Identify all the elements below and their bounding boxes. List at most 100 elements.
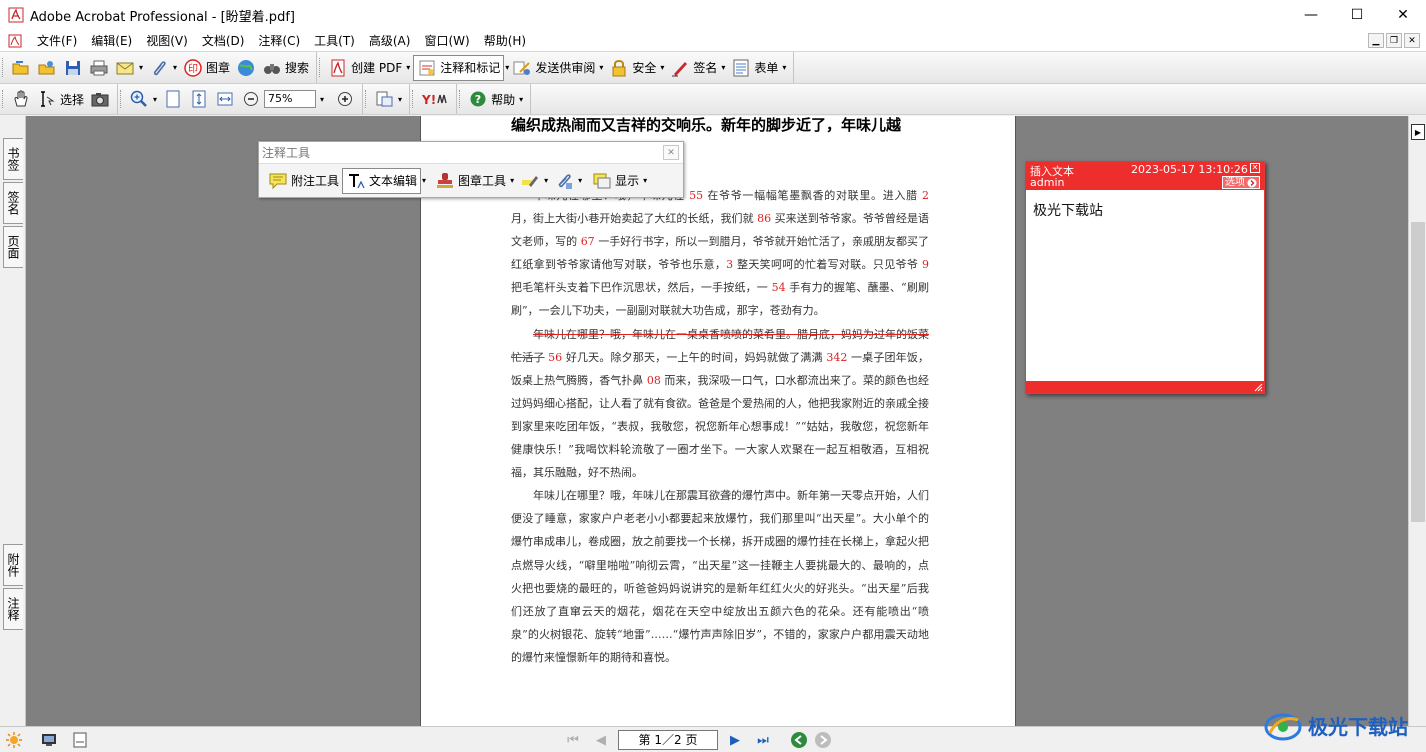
resize-grip-icon[interactable]: [1254, 383, 1263, 392]
highlight-tool-button[interactable]: ▾: [517, 168, 551, 194]
comment-markup-label: 注释和标记: [440, 61, 501, 75]
menu-edit[interactable]: 编辑(E): [84, 30, 139, 52]
comment-options-label: 选项: [1225, 177, 1245, 188]
search-button[interactable]: 搜索: [259, 55, 312, 81]
text-edit-dropdown[interactable]: ▾: [422, 176, 426, 185]
doc-close-button[interactable]: ✕: [1404, 33, 1420, 48]
binoculars-icon: [264, 63, 281, 74]
view-toolbar: 选择 ▾ 75% ▾ ▾ Y! ? 帮助 ▾: [0, 84, 1426, 115]
highlighter-icon: [522, 175, 539, 187]
security-button[interactable]: 安全 ▾: [606, 55, 667, 81]
last-page-button[interactable]: ⏭: [752, 729, 774, 751]
comment-popup[interactable]: 插入文本 admin 2023-05-17 13:10:26 ✕ 选项 极光下载…: [1025, 161, 1265, 394]
previous-view-icon[interactable]: [790, 731, 808, 749]
document-icon[interactable]: [8, 34, 22, 48]
snapshot-button[interactable]: [87, 86, 113, 112]
pdf-page[interactable]: 编织成热闹而又吉祥的交响乐。新年的脚步近了，年味儿越 年味儿在哪里？哦，年味儿在…: [420, 116, 1016, 726]
create-pdf-button[interactable]: 创建 PDF ▾: [325, 55, 413, 81]
first-page-button[interactable]: ⏮: [562, 729, 584, 751]
stamp-label: 图章: [206, 61, 231, 75]
print-button[interactable]: [86, 55, 112, 81]
sign-button[interactable]: 签名 ▾: [667, 55, 728, 81]
create-pdf-label: 创建 PDF: [351, 61, 403, 75]
nav-tab-attachments[interactable]: 附件: [3, 544, 23, 586]
menu-advanced[interactable]: 高级(A): [362, 30, 418, 52]
comment-tools-title[interactable]: 注释工具: [259, 142, 683, 164]
stamp-button[interactable]: 印 图章: [180, 55, 233, 81]
body-text: 把毛笔杆头支着下巴作沉思状，然后，一手按纸，一: [511, 281, 772, 295]
scrollbar-thumb[interactable]: [1411, 222, 1425, 522]
acrobat-window: Adobe Acrobat Professional - [盼望着.pdf] —…: [0, 0, 1426, 752]
zoom-tool-button[interactable]: ▾: [126, 86, 160, 112]
yahoo-toolbar-button[interactable]: Y!: [418, 86, 452, 112]
menu-tools[interactable]: 工具(T): [307, 30, 362, 52]
fit-page-button[interactable]: [186, 86, 212, 112]
text-edit-button[interactable]: 文本编辑: [342, 167, 422, 194]
monitor-icon[interactable]: [41, 732, 57, 748]
help-button[interactable]: ? 帮助 ▾: [465, 86, 526, 112]
menu-view[interactable]: 视图(V): [139, 30, 195, 52]
sticky-note-icon: [269, 173, 287, 189]
send-review-button[interactable]: 发送供审阅 ▾: [509, 55, 606, 81]
page-number-field[interactable]: 第 1／2 页: [618, 730, 718, 750]
nav-tab-pages[interactable]: 页面: [3, 226, 23, 268]
attach-file-tool-button[interactable]: ▾: [551, 168, 585, 194]
minimize-button[interactable]: —: [1288, 0, 1334, 30]
comment-tools-close-button[interactable]: ✕: [663, 145, 679, 160]
doc-restore-button[interactable]: ❐: [1386, 33, 1402, 48]
hand-tool-button[interactable]: [8, 86, 34, 112]
previous-page-button[interactable]: ◀: [590, 729, 612, 751]
comment-popup-header[interactable]: 插入文本 admin 2023-05-17 13:10:26 ✕ 选项: [1026, 162, 1264, 190]
nav-tab-bookmarks[interactable]: 书签: [3, 138, 23, 180]
menu-help[interactable]: 帮助(H): [477, 30, 533, 52]
comment-markup-button[interactable]: 注释和标记: [413, 54, 505, 81]
file-toolbar: ▾ ▾ 印 图章 搜索: [0, 52, 318, 83]
zoom-in-button[interactable]: [332, 86, 358, 112]
maximize-button[interactable]: ☐: [1334, 0, 1380, 30]
sun-icon[interactable]: [5, 731, 23, 749]
menu-comments[interactable]: 注释(C): [251, 30, 307, 52]
scroll-options-arrow[interactable]: ▶: [1411, 124, 1425, 140]
body-text: 而来，我深吸一口气，口水都流出来了。菜的颜色也经过妈妈细心搭配，让人看了就有食欲…: [511, 373, 930, 480]
actual-size-icon: [166, 90, 180, 108]
close-button[interactable]: ✕: [1380, 0, 1426, 30]
comment-close-button[interactable]: ✕: [1250, 163, 1260, 173]
create-pdf-icon: [331, 59, 345, 76]
next-page-button[interactable]: ▶: [724, 729, 746, 751]
forms-label: 表单: [754, 61, 779, 75]
stamp-tool-label: 图章工具: [458, 174, 507, 188]
actual-size-button[interactable]: [160, 86, 186, 112]
fit-width-button[interactable]: [212, 86, 238, 112]
nav-tab-signatures[interactable]: 签名: [3, 182, 23, 224]
page-body[interactable]: 年味儿在哪里？哦，年味儿在 55 在爷爷一幅幅笔墨飘香的对联里。进入腊 2 月，…: [511, 184, 929, 669]
open-button[interactable]: [8, 55, 34, 81]
comment-options-button[interactable]: 选项: [1222, 176, 1260, 189]
organizer-button[interactable]: [34, 55, 60, 81]
zoom-out-button[interactable]: [238, 86, 264, 112]
comment-text-area[interactable]: 极光下载站: [1033, 200, 1103, 220]
zoom-level-input[interactable]: 75%: [264, 90, 317, 108]
email-button[interactable]: ▾: [112, 55, 146, 81]
forms-button[interactable]: 表单 ▾: [728, 55, 789, 81]
vertical-scrollbar[interactable]: ▶: [1408, 116, 1426, 726]
save-button[interactable]: [60, 55, 86, 81]
camera-icon: [91, 93, 109, 107]
rotate-view-button[interactable]: ▾: [371, 86, 405, 112]
task-toolbar: 创建 PDF ▾ 注释和标记 ▾ 发送供审阅 ▾ 安全 ▾ 签名 ▾ 表单 ▾: [317, 52, 795, 83]
page-size-icon[interactable]: [73, 732, 87, 748]
comment-tools-palette[interactable]: 注释工具 ✕ 附注工具 文本编辑 ▾ 图章工具 ▾ ▾ ▾ 显示 ▾: [258, 141, 684, 198]
page-navigation: ⏮ ◀ 第 1／2 页 ▶ ⏭: [562, 728, 832, 752]
stamp-tool-button[interactable]: 图章工具 ▾: [432, 168, 517, 194]
next-view-icon[interactable]: [814, 731, 832, 749]
nav-tab-comments[interactable]: 注释: [3, 588, 23, 630]
note-tool-button[interactable]: 附注工具: [265, 168, 342, 194]
select-tool-button[interactable]: 选择: [34, 86, 87, 112]
show-button[interactable]: 显示 ▾: [589, 168, 650, 194]
zoom-level-dropdown[interactable]: ▾: [320, 95, 324, 104]
menu-window[interactable]: 窗口(W): [417, 30, 476, 52]
doc-minimize-button[interactable]: ▁: [1368, 33, 1384, 48]
attach-button[interactable]: ▾: [146, 55, 180, 81]
web-button[interactable]: [233, 55, 259, 81]
menu-document[interactable]: 文档(D): [195, 30, 252, 52]
menu-file[interactable]: 文件(F): [30, 30, 84, 52]
